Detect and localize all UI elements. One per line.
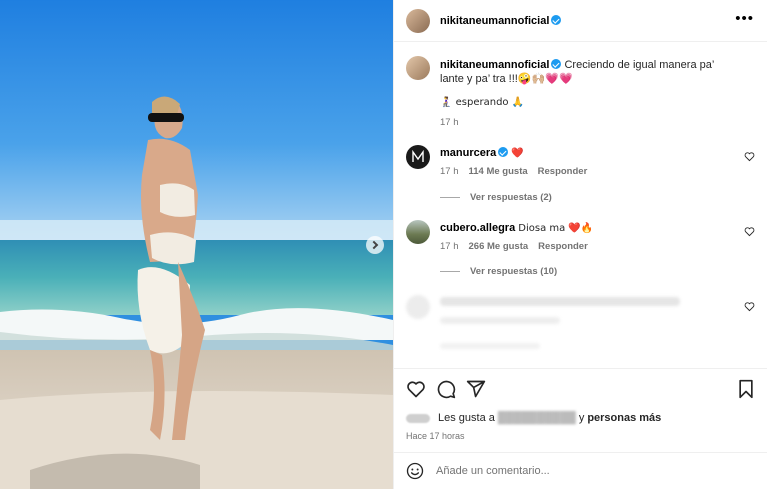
author-username-container[interactable]: nikitaneumannoficial [440,15,562,27]
author-avatar[interactable] [406,9,430,33]
beach-photo [0,0,393,489]
comment-likes[interactable]: 114 Me gusta [469,166,528,177]
comment-text: ❤️ [511,148,524,159]
view-replies-button[interactable]: Ver respuestas (10) [440,266,557,277]
bookmark-icon[interactable] [736,379,756,399]
caption-text-line2: 🧎‍♀️ esperando 🙏 [440,97,525,108]
likes-prefix: Les gusta a [438,412,495,424]
view-replies-button[interactable]: Ver respuestas (2) [440,192,552,203]
comment-avatar-manurcera[interactable] [406,145,430,169]
blurred-comment-text [440,297,680,306]
post-photo[interactable] [0,0,393,489]
comment-user-manurcera[interactable]: manurcera [440,147,496,159]
blurred-view-replies [440,343,540,349]
paper-plane-icon[interactable] [466,379,486,399]
likes-and: y [578,412,585,424]
comment-avatar-cubero[interactable] [406,220,430,244]
post-details-panel: nikitaneumannoficial ••• nikitaneumannof… [393,0,767,489]
liker-avatars[interactable] [406,413,430,423]
post-caption: nikitaneumannoficial Creciendo de igual … [440,58,740,86]
comment-bubble-icon[interactable] [436,379,456,399]
comment-text: Diosa ma ❤️🔥 [518,223,594,234]
comment-meta: 17 h 114 Me gusta Responder [440,166,587,177]
replies-divider [440,271,460,272]
reply-button[interactable]: Responder [538,241,588,252]
emoji-smile-icon[interactable] [406,462,424,480]
comment-username[interactable]: cubero.allegra Diosa ma ❤️🔥 [440,222,593,234]
likes-others-link[interactable]: personas más [587,412,661,424]
caption-author-username[interactable]: nikitaneumannoficial [440,59,549,71]
comment-avatar-blurred[interactable] [406,295,430,319]
verified-badge-icon [498,147,509,157]
liker-name-blurred[interactable]: ██████████ [498,412,576,424]
next-photo-button[interactable] [366,236,384,254]
replies-divider [440,197,460,198]
view-replies-label[interactable]: Ver respuestas (10) [470,266,557,277]
post-actions: Les gusta a ██████████ y personas más Ha… [394,368,767,488]
heart-icon[interactable] [406,379,426,399]
more-horizontal-icon[interactable]: ••• [735,11,754,26]
verified-badge-icon [551,59,562,69]
add-comment-bar [394,452,767,489]
instagram-post: nikitaneumannoficial ••• nikitaneumannof… [0,0,767,489]
comment-time: 17 h [440,166,459,177]
post-time-ago[interactable]: Hace 17 horas [406,431,465,441]
blurred-comment-meta [440,317,560,324]
reply-button[interactable]: Responder [538,166,588,177]
verified-badge-icon [551,15,562,25]
comment-username[interactable]: manurcera ❤️ [440,147,524,159]
caption-timestamp: 17 h [440,117,459,128]
comment-likes[interactable]: 266 Me gusta [469,241,529,252]
comment-like-heart-icon[interactable] [744,226,755,237]
comment-meta: 17 h 266 Me gusta Responder [440,241,588,252]
comment-user-cubero[interactable]: cubero.allegra [440,222,515,234]
comment-like-heart-icon[interactable] [744,151,755,162]
caption-author-avatar[interactable] [406,56,430,80]
comment-time: 17 h [440,241,459,252]
comment-like-heart-icon[interactable] [744,301,755,312]
monogram-logo-icon [412,150,424,162]
view-replies-label[interactable]: Ver respuestas (2) [470,192,552,203]
post-header: nikitaneumannoficial ••• [394,0,767,42]
comment-input[interactable] [436,461,746,481]
likes-summary: Les gusta a ██████████ y personas más [406,412,664,424]
author-username[interactable]: nikitaneumannoficial [440,15,549,27]
chevron-right-icon [369,240,379,250]
